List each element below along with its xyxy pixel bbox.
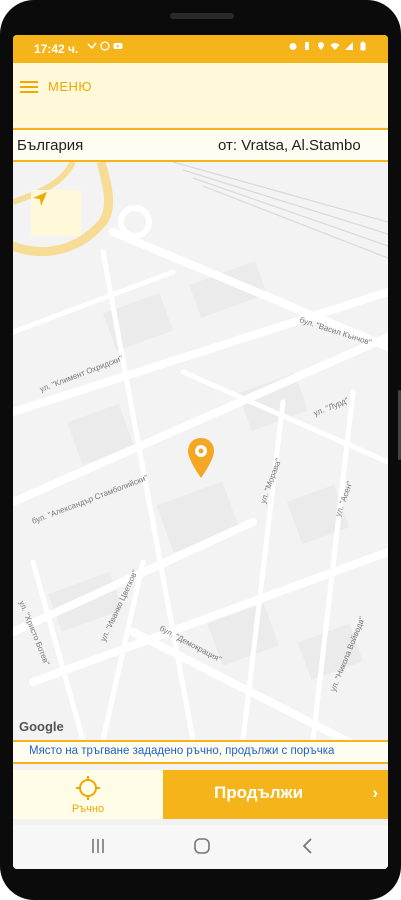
status-right-icons bbox=[288, 41, 368, 51]
status-time: 17:42 ч. bbox=[34, 42, 79, 56]
wifi-icon bbox=[330, 43, 340, 50]
chevron-right-icon: › bbox=[372, 783, 378, 802]
recent-apps-icon[interactable] bbox=[91, 835, 105, 857]
google-logo: Google bbox=[19, 719, 64, 734]
country-label: България bbox=[17, 137, 84, 154]
pickup-address: от: Vratsa, Al.Stambo bbox=[218, 137, 361, 154]
location-icon bbox=[318, 42, 324, 50]
navigation-arrow-icon bbox=[33, 192, 47, 206]
menu-button[interactable]: МЕНЮ bbox=[20, 79, 92, 94]
manual-label: Ръчно bbox=[71, 803, 105, 815]
phone-frame: 17:42 ч. МЕНЮ България от: Vratsa, Al.St… bbox=[0, 0, 401, 900]
my-location-button[interactable] bbox=[31, 190, 81, 236]
battery-icon bbox=[360, 41, 366, 51]
bottom-actions: Ръчно Продължи › bbox=[13, 770, 388, 819]
back-icon[interactable] bbox=[301, 835, 315, 857]
continue-label: Продължи bbox=[214, 783, 304, 802]
vibrate-icon bbox=[305, 42, 309, 50]
system-nav-bar bbox=[13, 825, 388, 869]
map-view[interactable]: бул. "Васил Кънчов" ул. "Климент Охридск… bbox=[13, 162, 388, 740]
continue-button[interactable]: Продължи › bbox=[163, 770, 388, 819]
notice-bar: Място на тръгване зададено ръчно, продъл… bbox=[13, 740, 388, 764]
manual-button[interactable]: Ръчно bbox=[13, 770, 163, 819]
hamburger-icon bbox=[20, 80, 38, 93]
whatsapp-icon bbox=[100, 41, 110, 51]
crosshair-icon bbox=[76, 776, 100, 800]
youtube-icon bbox=[113, 43, 123, 49]
status-bar: 17:42 ч. bbox=[13, 35, 388, 63]
home-icon[interactable] bbox=[193, 835, 211, 857]
status-left-icons bbox=[87, 41, 123, 51]
speaker-grille bbox=[170, 13, 234, 19]
pickup-location-bar[interactable]: България от: Vratsa, Al.Stambo bbox=[13, 128, 388, 162]
notice-text: Място на тръгване зададено ръчно, продъл… bbox=[29, 745, 335, 757]
app-header: МЕНЮ bbox=[13, 63, 388, 127]
missed-call-icon bbox=[87, 42, 97, 50]
menu-label: МЕНЮ bbox=[48, 79, 93, 94]
map-canvas: бул. "Васил Кънчов" ул. "Климент Охридск… bbox=[13, 162, 388, 740]
screen: 17:42 ч. МЕНЮ България от: Vratsa, Al.St… bbox=[13, 35, 388, 869]
signal-icon bbox=[345, 42, 353, 50]
alarm-icon bbox=[289, 43, 297, 50]
